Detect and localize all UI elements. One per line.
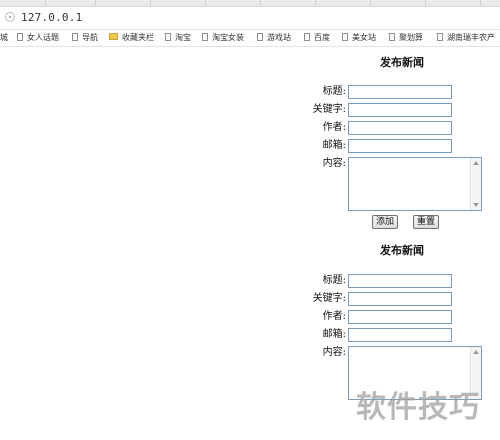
page-icon bbox=[437, 33, 443, 41]
form-title: 发布新闻 bbox=[380, 244, 424, 257]
bookmark-item[interactable]: 女人话题 bbox=[17, 32, 59, 44]
bookmark-item[interactable]: 淘宝 bbox=[165, 32, 191, 44]
content-label: 内容: bbox=[322, 158, 346, 169]
bookmark-label: 百度 bbox=[314, 33, 330, 42]
email-input[interactable] bbox=[348, 139, 452, 153]
watermark: 软件技巧 bbox=[356, 390, 480, 425]
bookmark-item[interactable]: 聚划算 bbox=[389, 32, 423, 44]
author-label: 作者: bbox=[322, 311, 346, 322]
page-icon bbox=[304, 33, 310, 41]
url-text[interactable]: 127.0.0.1 bbox=[21, 11, 82, 24]
page-icon bbox=[389, 33, 395, 41]
title-input[interactable] bbox=[348, 85, 452, 99]
keywords-input[interactable] bbox=[348, 103, 452, 117]
bookmark-label: 湖南瑞丰农产 bbox=[447, 33, 495, 42]
bookmark-label: 美女站 bbox=[352, 33, 376, 42]
bookmark-label: 导航 bbox=[82, 33, 98, 42]
page-icon bbox=[202, 33, 208, 41]
bookmark-label: 城 bbox=[0, 33, 8, 42]
email-label: 邮箱: bbox=[322, 140, 346, 151]
keywords-label: 关键字: bbox=[312, 104, 346, 115]
bookmark-item[interactable]: 导航 bbox=[72, 32, 98, 44]
form-title: 发布新闻 bbox=[380, 56, 424, 69]
bookmark-label: 淘宝女装 bbox=[212, 33, 244, 42]
title-input[interactable] bbox=[348, 274, 452, 288]
bookmark-item[interactable]: 游戏站 bbox=[257, 32, 291, 44]
textarea-scrollbar[interactable] bbox=[470, 158, 481, 210]
bookmark-item[interactable]: 湖南瑞丰农产 bbox=[437, 32, 495, 44]
add-button[interactable]: 添加 bbox=[372, 215, 398, 229]
author-label: 作者: bbox=[322, 122, 346, 133]
keywords-label: 关键字: bbox=[312, 293, 346, 304]
content-textarea[interactable] bbox=[348, 157, 482, 211]
page-icon bbox=[72, 33, 78, 41]
page-info-icon[interactable] bbox=[5, 12, 15, 22]
author-input[interactable] bbox=[348, 121, 452, 135]
bookmark-label: 淘宝 bbox=[175, 33, 191, 42]
tab-strip bbox=[0, 0, 500, 7]
bookmark-item[interactable]: 百度 bbox=[304, 32, 330, 44]
email-input[interactable] bbox=[348, 328, 452, 342]
email-label: 邮箱: bbox=[322, 329, 346, 340]
bookmark-label: 聚划算 bbox=[399, 33, 423, 42]
bookmark-item[interactable]: 淘宝女装 bbox=[202, 32, 244, 44]
bookmark-item[interactable]: 收藏夹栏 bbox=[109, 32, 154, 44]
page-icon bbox=[257, 33, 263, 41]
keywords-input[interactable] bbox=[348, 292, 452, 306]
bookmark-item[interactable]: 城 bbox=[0, 32, 8, 44]
scroll-up-arrow-icon[interactable] bbox=[473, 161, 479, 165]
author-input[interactable] bbox=[348, 310, 452, 324]
page-icon bbox=[165, 33, 171, 41]
bookmark-label: 女人话题 bbox=[27, 33, 59, 42]
scroll-up-arrow-icon[interactable] bbox=[473, 350, 479, 354]
title-label: 标题: bbox=[322, 275, 346, 286]
content-label: 内容: bbox=[322, 347, 346, 358]
bookmark-label: 游戏站 bbox=[267, 33, 291, 42]
bookmarks-bar: 城 女人话题 导航 收藏夹栏 淘宝 淘宝女装 游戏站 百度 美女站 聚划算 湖南… bbox=[0, 30, 500, 47]
address-bar[interactable]: 127.0.0.1 bbox=[0, 7, 500, 30]
page-icon bbox=[342, 33, 348, 41]
title-label: 标题: bbox=[322, 86, 346, 97]
bookmark-label: 收藏夹栏 bbox=[122, 33, 154, 42]
scroll-down-arrow-icon[interactable] bbox=[473, 203, 479, 207]
reset-button[interactable]: 重置 bbox=[413, 215, 439, 229]
bookmark-item[interactable]: 美女站 bbox=[342, 32, 376, 44]
folder-icon bbox=[109, 33, 118, 40]
page-icon bbox=[17, 33, 23, 41]
